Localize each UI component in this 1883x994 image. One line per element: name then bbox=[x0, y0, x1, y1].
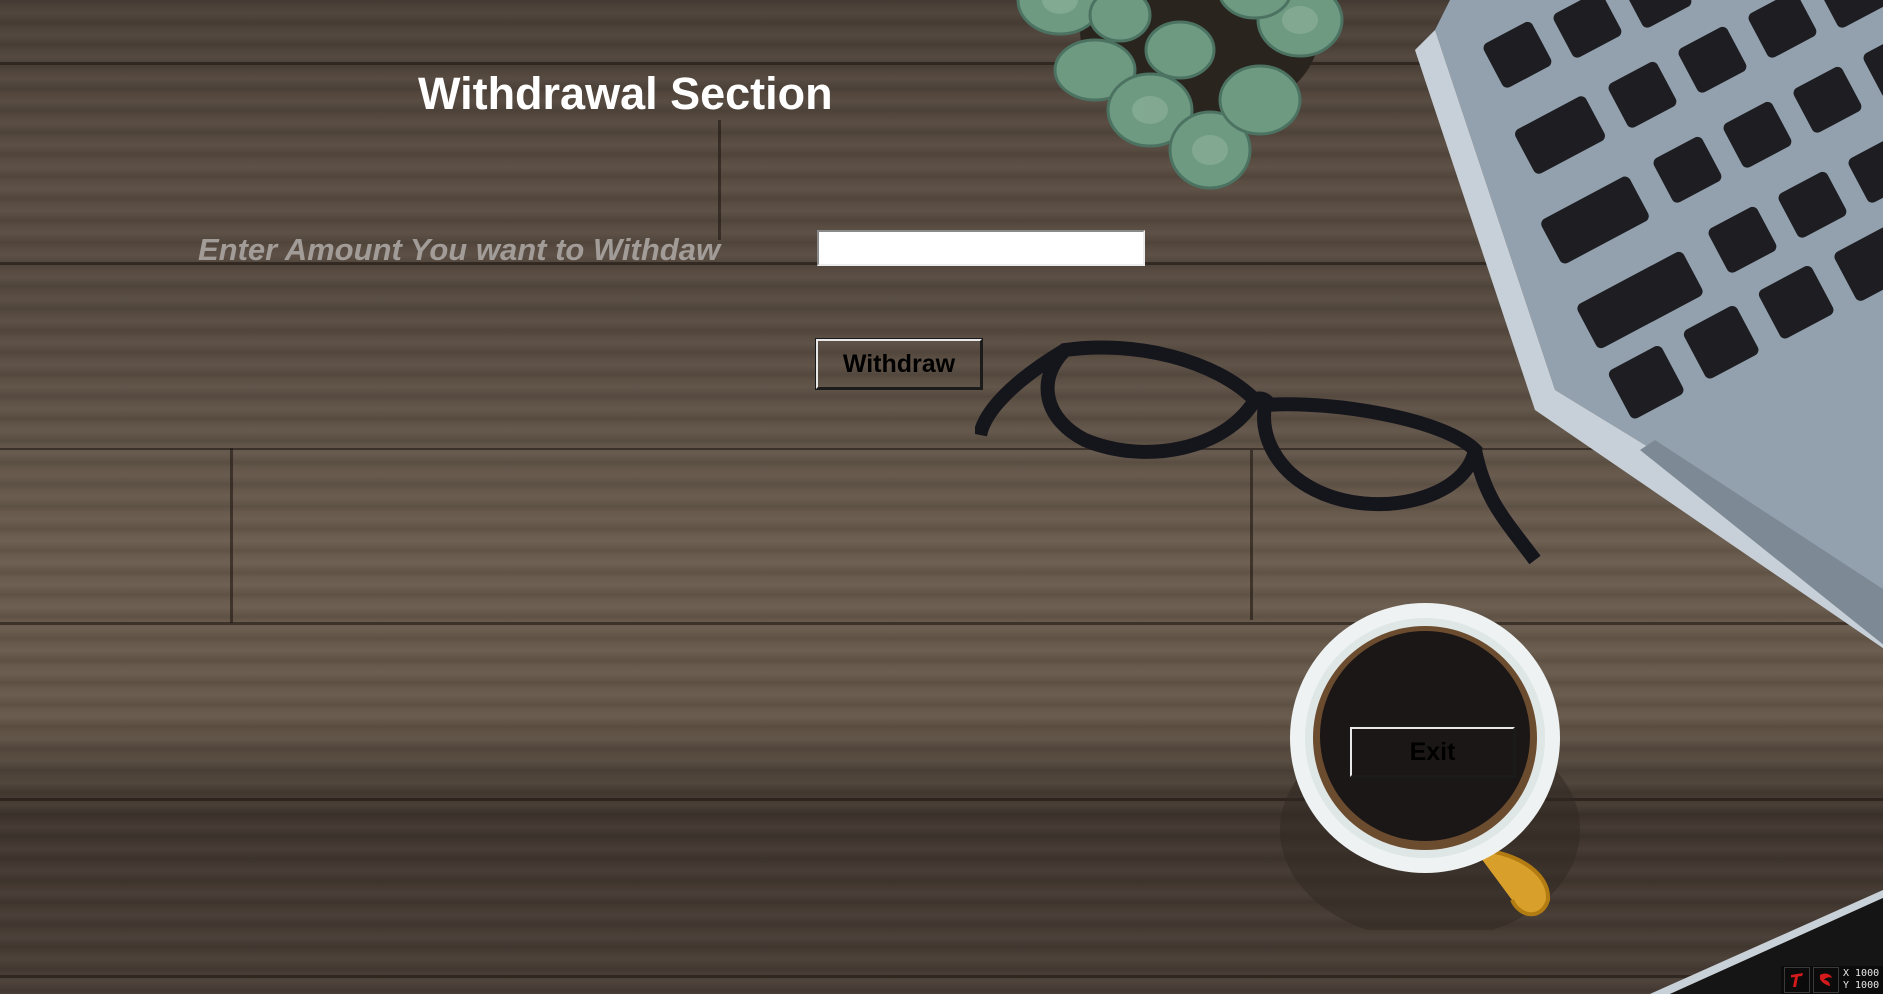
app-window: Withdrawal Section Enter Amount You want… bbox=[0, 0, 1883, 994]
amount-label: Enter Amount You want to Withdaw bbox=[198, 232, 721, 267]
plank-seam bbox=[230, 448, 233, 623]
glasses-icon bbox=[975, 340, 1541, 565]
system-tray: X 1000 Y 1000 bbox=[1781, 966, 1883, 994]
tray-app-icon[interactable] bbox=[1784, 967, 1810, 993]
exit-button[interactable]: Exit bbox=[1349, 726, 1516, 778]
plank-seam bbox=[718, 120, 721, 240]
x-readout: X 1000 bbox=[1843, 968, 1880, 979]
withdraw-button[interactable]: Withdraw bbox=[815, 338, 983, 390]
red-swirl-icon bbox=[1820, 973, 1832, 986]
y-readout: Y 1000 bbox=[1843, 980, 1880, 991]
page-title: Withdrawal Section bbox=[418, 68, 833, 119]
coordinate-readout: X 1000 Y 1000 bbox=[1843, 968, 1879, 992]
plank-seam bbox=[0, 798, 1883, 801]
plank-seam bbox=[0, 975, 1883, 978]
succulent-plant-icon bbox=[1016, 0, 1344, 190]
tray-app-icon-2[interactable] bbox=[1813, 967, 1839, 993]
red-t-icon bbox=[1791, 973, 1803, 987]
amount-input[interactable] bbox=[817, 230, 1145, 266]
